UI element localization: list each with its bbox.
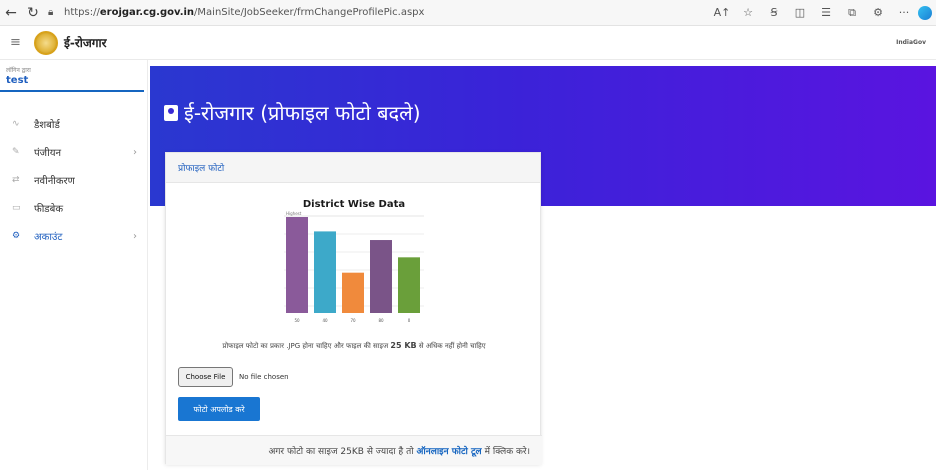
app-title: ई-रोजगार: [64, 36, 107, 50]
split-screen-icon[interactable]: ◫: [788, 2, 812, 24]
page-title: ई-रोजगार (प्रोफाइल फोटो बदले): [164, 99, 421, 126]
url-prefix: https://: [64, 7, 100, 18]
login-username: test: [6, 75, 29, 86]
photo-x-label: 70: [350, 318, 356, 323]
refresh-icon: ⇄: [12, 175, 20, 185]
profile-photo-preview: District Wise Data Highest 50 40 70 80 0: [284, 197, 424, 335]
file-status-text: No file chosen: [239, 373, 289, 381]
profile-card-icon: [164, 104, 178, 121]
gear-icon: ⚙: [12, 231, 21, 241]
photo-x-label: 0: [408, 318, 411, 323]
login-info: लॉगिन द्वारा test: [0, 60, 144, 92]
photo-bar: [342, 272, 364, 313]
extensions-icon[interactable]: ⚙: [866, 2, 890, 24]
government-emblem-logo: [34, 30, 58, 55]
sidebar-item-registration[interactable]: ✎ पंजीयन ›: [0, 138, 147, 166]
sidebar-item-dashboard[interactable]: ∿ डैशबोर्ड: [0, 110, 147, 138]
edit-icon: ✎: [12, 147, 20, 157]
sidebar-item-feedback[interactable]: ▭ फीडबेक: [0, 194, 147, 222]
photo-requirements-text: प्रोफाइल फोटो का प्रकार .JPG होना चाहिए …: [166, 341, 542, 351]
card-footer: अगर फोटो का साइज 25KB से ज्यादा है तो ऑन…: [166, 435, 542, 465]
login-label: लॉगिन द्वारा: [6, 67, 31, 74]
photo-title: District Wise Data: [302, 199, 406, 210]
photo-bar: [370, 240, 392, 313]
reload-icon[interactable]: ↻: [22, 2, 44, 24]
card-header: प्रोफाइल फोटो: [166, 153, 540, 183]
photo-legend: Highest: [286, 211, 302, 216]
sidebar-menu: ∿ डैशबोर्ड ✎ पंजीयन › ⇄ नवीनीकरण ▭ फीडबे…: [0, 110, 147, 250]
photo-x-label: 40: [322, 318, 328, 323]
url-path: /MainSite/JobSeeker/frmChangeProfilePic.…: [194, 7, 425, 18]
online-photo-tool-link[interactable]: ऑनलाइन फोटो टूल: [417, 444, 482, 457]
hamburger-menu-icon[interactable]: ≡: [0, 35, 28, 50]
header-brand-logo: IndiaGov: [896, 39, 926, 46]
sidebar-item-label: फीडबेक: [34, 204, 64, 215]
app-header: ≡ ई-रोजगार IndiaGov: [0, 26, 936, 60]
sidebar-item-label: पंजीयन: [34, 148, 62, 159]
pulse-icon: ∿: [12, 119, 20, 129]
photo-x-label: 50: [294, 318, 300, 323]
photo-bar: [398, 257, 420, 313]
sidebar-item-label: अकाउंट: [34, 232, 63, 243]
sidebar-item-renewal[interactable]: ⇄ नवीनीकरण: [0, 166, 147, 194]
profile-photo-card: प्रोफाइल फोटो District Wise Data Highest…: [165, 152, 542, 465]
collections-icon[interactable]: ⧉: [840, 2, 864, 24]
address-bar[interactable]: 🔒︎ https://erojgar.cg.gov.in/MainSite/Jo…: [48, 3, 568, 23]
choose-file-button[interactable]: Choose File: [178, 367, 233, 387]
file-input: Choose File No file chosen: [178, 367, 289, 387]
footer-suffix: में क्लिक करे।: [484, 447, 530, 457]
chevron-right-icon: ›: [133, 146, 137, 158]
footer-prefix: अगर फोटो का साइज 25KB से ज्यादा है तो: [268, 447, 414, 457]
book-icon: ▭: [12, 203, 21, 213]
profile-photo-chart: Highest 50 40 70 80 0: [284, 211, 424, 323]
url-host: erojgar.cg.gov.in: [99, 7, 195, 18]
lock-icon: 🔒︎: [48, 7, 54, 18]
help-suffix: से अधिक नहीं होनी चाहिए: [418, 342, 486, 350]
sidebar-item-label: नवीनीकरण: [34, 176, 75, 187]
read-aloud-icon[interactable]: A↑: [710, 2, 734, 24]
page-title-text: ई-रोजगार (प्रोफाइल फोटो बदले): [184, 101, 421, 125]
favorite-star-icon[interactable]: ☆: [736, 2, 760, 24]
favorites-list-icon[interactable]: ☰: [814, 2, 838, 24]
help-size: 25 KB: [390, 341, 417, 350]
sidebar-item-account[interactable]: ⚙ अकाउंट ›: [0, 222, 147, 250]
edge-logo-icon[interactable]: [918, 5, 932, 20]
photo-x-label: 80: [378, 318, 384, 323]
sidebar-item-label: डैशबोर्ड: [34, 120, 60, 131]
more-options-icon[interactable]: ···: [892, 2, 916, 24]
browser-toolbar: ← ↻ 🔒︎ https://erojgar.cg.gov.in/MainSit…: [0, 0, 936, 26]
help-prefix: प्रोफाइल फोटो का प्रकार .JPG होना चाहिए …: [222, 342, 389, 350]
chevron-right-icon: ›: [133, 230, 137, 242]
upload-photo-button[interactable]: फोटो अपलोड करे: [178, 397, 260, 421]
copilot-icon[interactable]: Ꞩ: [762, 2, 786, 24]
photo-bar: [286, 217, 308, 313]
sidebar: लॉगिन द्वारा test ∿ डैशबोर्ड ✎ पंजीयन › …: [0, 60, 148, 470]
photo-bar: [314, 231, 336, 313]
back-arrow-icon[interactable]: ←: [0, 2, 22, 24]
